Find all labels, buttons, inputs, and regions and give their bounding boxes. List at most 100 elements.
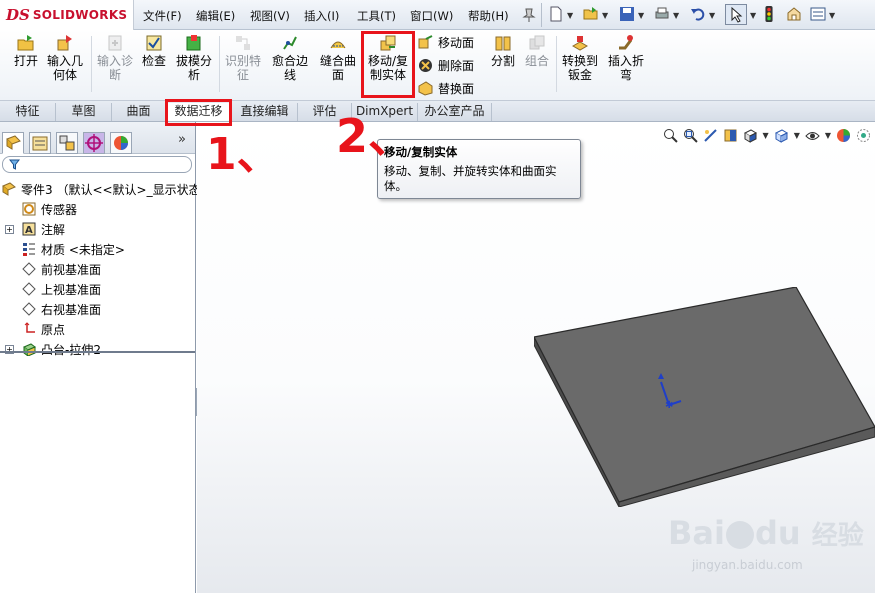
zoom-to-area-icon[interactable] (683, 128, 698, 143)
display-manager-icon (114, 136, 128, 150)
replace-face-icon (418, 81, 433, 96)
boss-extrude-label: 凸台-拉伸2 (41, 342, 101, 357)
expand-panel-icon[interactable]: » (178, 132, 186, 147)
hide-show-dropdown-icon[interactable]: ▼ (825, 131, 831, 140)
tree-filter-input[interactable] (2, 156, 192, 173)
hide-show-items-icon[interactable] (805, 128, 820, 143)
heal-edges-button[interactable]: 愈合边 线 (268, 34, 312, 82)
menu-file[interactable]: 文件(F) (143, 8, 182, 24)
pin-icon[interactable] (522, 7, 536, 23)
step-2-annotation: 2、 (336, 109, 415, 163)
convert-sheet-metal-icon (571, 36, 589, 51)
move-face-button[interactable]: 移动面 (418, 34, 474, 51)
display-style-icon[interactable] (774, 128, 789, 143)
open-icon[interactable] (583, 6, 599, 22)
draft-analysis-label-1: 拔模分 (175, 54, 212, 68)
options-dropdown-icon[interactable]: ▼ (829, 11, 835, 20)
section-view-icon[interactable] (723, 128, 738, 143)
tab-sketch[interactable]: 草图 (56, 103, 112, 121)
apply-scene-icon[interactable] (856, 128, 871, 143)
tree-node-sensors[interactable]: 传感器 (0, 199, 196, 219)
menu-window[interactable]: 窗口(W) (410, 8, 453, 24)
plate-3d-model[interactable]: ✱ (534, 287, 875, 507)
tab-office-products[interactable]: 办公室产品 (418, 103, 492, 121)
select-button[interactable] (725, 4, 747, 25)
tree-node-front-plane[interactable]: 前视基准面 (0, 259, 196, 279)
tree-node-top-plane[interactable]: 上视基准面 (0, 279, 196, 299)
configurationmanager-tab[interactable] (56, 132, 78, 154)
tree-node-annotations[interactable]: + A 注解 (0, 219, 196, 239)
zoom-to-fit-icon[interactable] (663, 128, 678, 143)
displaymanager-tab[interactable] (110, 132, 132, 154)
tree-node-boss-extrude[interactable]: + 凸台-拉伸2 (0, 339, 196, 359)
select-dropdown-icon[interactable]: ▼ (750, 11, 756, 20)
menu-edit[interactable]: 编辑(E) (196, 8, 235, 24)
save-dropdown-icon[interactable]: ▼ (638, 11, 644, 20)
undo-dropdown-icon[interactable]: ▼ (709, 11, 715, 20)
open-tool-button[interactable]: 打开 (10, 34, 42, 68)
print-icon[interactable] (654, 6, 670, 22)
undo-icon[interactable] (690, 6, 706, 22)
view-orientation-icon[interactable] (743, 128, 758, 143)
knit-surface-button[interactable]: 缝合曲 面 (317, 34, 359, 82)
highlight-move-copy-body-button (361, 31, 415, 98)
insert-bends-label-1: 插入折 (607, 54, 644, 68)
sensor-label: 传感器 (41, 202, 78, 217)
replace-face-button[interactable]: 替换面 (418, 80, 474, 97)
panel-divider[interactable] (0, 351, 195, 353)
print-dropdown-icon[interactable]: ▼ (673, 11, 679, 20)
dimxpertmanager-tab[interactable] (83, 132, 105, 154)
rebuild-traffic-light-icon[interactable] (764, 6, 774, 22)
tree-node-material[interactable]: 材质 <未指定> (0, 239, 196, 259)
import-geometry-icon (57, 35, 72, 51)
previous-view-icon[interactable] (703, 128, 718, 143)
replace-face-label: 替换面 (438, 82, 475, 96)
ribbon-separator (91, 36, 92, 92)
import-geometry-button[interactable]: 输入几 何体 (44, 34, 86, 82)
draft-analysis-button[interactable]: 拔模分 析 (174, 34, 214, 82)
tree-node-right-plane[interactable]: 右视基准面 (0, 299, 196, 319)
featuremanager-tab[interactable] (2, 132, 24, 154)
edit-appearance-icon[interactable] (836, 128, 851, 143)
filter-icon (9, 159, 20, 170)
import-diagnostics-button[interactable]: 输入诊 断 (95, 34, 135, 82)
feature-tree-icon (6, 135, 21, 150)
split-button[interactable]: 分割 (489, 34, 517, 68)
sensor-icon (22, 202, 36, 216)
combine-button[interactable]: 组合 (523, 34, 551, 68)
tree-node-part[interactable]: 零件3 （默认<<默认>_显示状态 (0, 179, 201, 199)
expand-annotations-icon[interactable]: + (5, 224, 14, 234)
tab-features[interactable]: 特征 (0, 103, 56, 121)
open-dropdown-icon[interactable]: ▼ (602, 11, 608, 20)
propertymanager-tab[interactable] (29, 132, 51, 154)
check-icon (146, 35, 162, 51)
feature-recognition-button[interactable]: 识别特 征 (223, 34, 263, 82)
split-icon (495, 36, 511, 51)
convert-sheet-metal-label-1: 转换到 (561, 54, 598, 68)
new-document-icon[interactable] (548, 6, 564, 22)
file-properties-icon[interactable] (786, 6, 802, 22)
menu-view[interactable]: 视图(V) (250, 8, 290, 24)
options-icon[interactable] (810, 6, 826, 22)
watermark-url: jingyan.baidu.com (692, 558, 803, 572)
command-manager-tabs: 特征 草图 曲面 数据迁移 直接编辑 评估 DimXpert 办公室产品 (0, 101, 875, 122)
tab-direct-editing[interactable]: 直接编辑 (232, 103, 298, 121)
menu-tools[interactable]: 工具(T) (357, 8, 396, 24)
delete-face-button[interactable]: 删除面 (418, 57, 474, 74)
tab-surfaces[interactable]: 曲面 (112, 103, 166, 121)
solidworks-logo[interactable]: DS SOLIDWORKS (0, 0, 134, 30)
menu-help[interactable]: 帮助(H) (468, 8, 509, 24)
save-icon[interactable] (619, 6, 635, 22)
feature-recognition-label-2: 征 (236, 68, 249, 82)
new-dropdown-icon[interactable]: ▼ (567, 11, 573, 20)
check-button[interactable]: 检查 (139, 34, 169, 68)
convert-sheet-metal-button[interactable]: 转换到 钣金 (559, 34, 601, 82)
insert-bends-icon (619, 35, 633, 50)
view-orientation-dropdown-icon[interactable]: ▼ (763, 131, 769, 140)
heal-edges-icon (283, 36, 297, 50)
insert-bends-button[interactable]: 插入折 弯 (605, 34, 647, 82)
tree-node-origin[interactable]: 原点 (0, 319, 196, 339)
menu-insert[interactable]: 插入(I) (304, 8, 339, 24)
display-style-dropdown-icon[interactable]: ▼ (794, 131, 800, 140)
convert-sheet-metal-label-2: 钣金 (567, 68, 592, 82)
